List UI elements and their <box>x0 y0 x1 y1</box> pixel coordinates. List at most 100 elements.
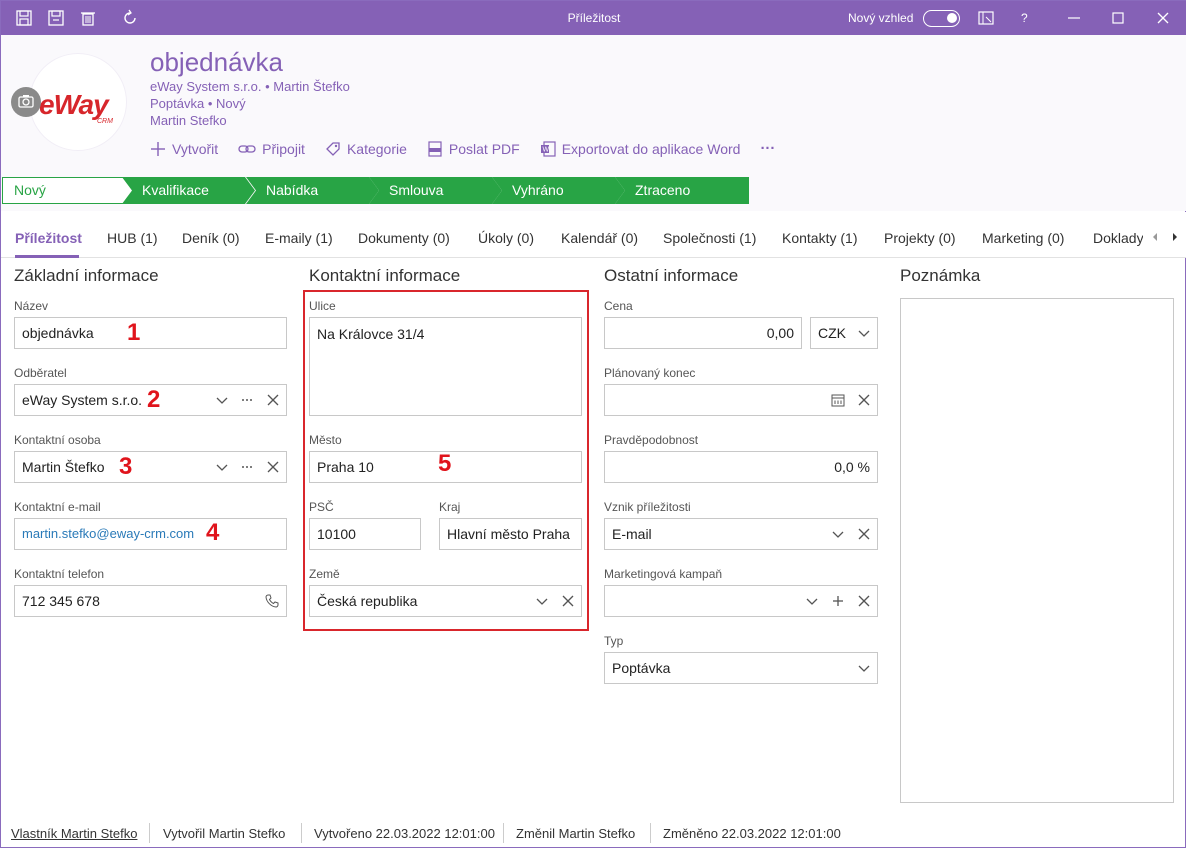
tab-kalendar[interactable]: Kalendář (0) <box>561 230 638 246</box>
camera-icon <box>18 95 34 108</box>
chevron-down-icon[interactable] <box>215 393 229 407</box>
tab-denik[interactable]: Deník (0) <box>182 230 240 246</box>
probability-label: Pravděpodobnost <box>604 433 699 447</box>
ellipsis-icon[interactable] <box>240 460 254 474</box>
name-input[interactable]: objednávka <box>14 317 287 349</box>
city-value: Praha 10 <box>317 459 374 475</box>
campaign-select[interactable] <box>604 585 878 617</box>
footer-owner[interactable]: Vlastník Martin Stefko <box>11 826 137 841</box>
type-select[interactable]: Poptávka <box>604 652 878 684</box>
email-value[interactable]: martin.stefko@eway-crm.com <box>22 519 194 549</box>
tab-scroll-right-icon[interactable] <box>1171 232 1179 242</box>
plus-icon[interactable] <box>831 594 845 608</box>
attach-label: Připojit <box>262 140 305 157</box>
tab-kontakty[interactable]: Kontakty (1) <box>782 230 857 246</box>
phone-icon[interactable] <box>265 594 279 608</box>
stage-ztraceno[interactable]: Ztraceno <box>615 177 749 204</box>
footer-created-by: Vytvořil Martin Stefko <box>163 826 286 841</box>
type-value: Poptávka <box>612 660 671 676</box>
stage-smlouva[interactable]: Smlouva <box>369 177 502 204</box>
layout-icon[interactable] <box>977 9 995 27</box>
phone-value: 712 345 678 <box>22 593 100 609</box>
end-date-input[interactable] <box>604 384 878 416</box>
chevron-down-icon <box>858 665 870 672</box>
clear-icon[interactable] <box>857 393 871 407</box>
contact-input[interactable]: Martin Štefko <box>14 451 287 483</box>
tab-prilezitost[interactable]: Příležitost <box>15 230 82 246</box>
email-input[interactable]: martin.stefko@eway-crm.com <box>14 518 287 550</box>
stage-kvalifikace[interactable]: Kvalifikace <box>122 177 255 204</box>
chevron-down-icon[interactable] <box>215 460 229 474</box>
stage-nabidka[interactable]: Nabídka <box>246 177 379 204</box>
create-button[interactable]: Vytvořit <box>150 140 218 157</box>
origin-value: E-mail <box>612 526 652 542</box>
currency-value: CZK <box>818 325 846 341</box>
stage-label: Nabídka <box>266 182 319 198</box>
ellipsis-icon[interactable] <box>240 393 254 407</box>
tab-marketing[interactable]: Marketing (0) <box>982 230 1064 246</box>
tab-bar: Příležitost HUB (1) Deník (0) E-maily (1… <box>1 212 1186 258</box>
minimize-icon[interactable] <box>1065 9 1083 27</box>
header-type: Poptávka <box>150 96 205 111</box>
city-label: Město <box>309 433 342 447</box>
footer-created-at: Vytvořeno 22.03.2022 12:01:00 <box>314 826 495 841</box>
street-value: Na Královce 31/4 <box>317 326 425 342</box>
category-button[interactable]: Kategorie <box>325 140 407 157</box>
stage-label: Kvalifikace <box>142 182 209 198</box>
street-input[interactable]: Na Královce 31/4 <box>309 317 582 416</box>
record-title: objednávka <box>150 47 283 77</box>
attach-button[interactable]: Připojit <box>238 140 305 157</box>
tab-projekty[interactable]: Projekty (0) <box>884 230 956 246</box>
new-look-toggle[interactable] <box>923 10 960 27</box>
clear-icon[interactable] <box>266 393 280 407</box>
origin-select[interactable]: E-mail <box>604 518 878 550</box>
clear-icon[interactable] <box>266 460 280 474</box>
chevron-down-icon[interactable] <box>535 594 549 608</box>
note-textarea[interactable] <box>900 298 1174 803</box>
clear-icon[interactable] <box>857 594 871 608</box>
country-label: Země <box>309 567 340 581</box>
send-pdf-button[interactable]: Poslat PDF <box>427 140 520 157</box>
phone-input[interactable]: 712 345 678 <box>14 585 287 617</box>
header-owner[interactable]: Martin Stefko <box>150 113 227 128</box>
new-look-label: Nový vzhled <box>848 11 914 25</box>
zip-input[interactable]: 10100 <box>309 518 421 550</box>
tab-doklady[interactable]: Doklady <box>1093 230 1143 246</box>
word-icon: W <box>540 140 556 157</box>
more-actions-button[interactable]: ··· <box>760 140 775 157</box>
tab-dokumenty[interactable]: Dokumenty (0) <box>358 230 450 246</box>
tab-emaily[interactable]: E-maily (1) <box>265 230 333 246</box>
clear-icon[interactable] <box>561 594 575 608</box>
section-note-title: Poznámka <box>900 266 981 285</box>
create-label: Vytvořit <box>172 140 219 157</box>
export-word-button[interactable]: W Exportovat do aplikace Word <box>540 140 740 157</box>
camera-button[interactable] <box>11 87 41 117</box>
phone-label: Kontaktní telefon <box>14 567 105 581</box>
currency-select[interactable]: CZK <box>810 317 878 349</box>
tab-hub[interactable]: HUB (1) <box>107 230 158 246</box>
region-input[interactable]: Hlavní město Praha <box>439 518 582 550</box>
clear-icon[interactable] <box>857 527 871 541</box>
action-toolbar: Vytvořit Připojit Kategorie Poslat PDF W… <box>150 140 795 157</box>
title-bar: Příležitost Nový vzhled ? <box>1 1 1186 35</box>
country-input[interactable]: Česká republika <box>309 585 582 617</box>
price-input[interactable]: 0,00 <box>604 317 802 349</box>
toggle-knob <box>947 13 957 23</box>
tab-ukoly[interactable]: Úkoly (0) <box>478 230 534 246</box>
probability-input[interactable]: 0,0 % <box>604 451 878 483</box>
help-button[interactable]: ? <box>1021 11 1028 25</box>
close-icon[interactable] <box>1154 9 1172 27</box>
tab-spolecnosti[interactable]: Společnosti (1) <box>663 230 756 246</box>
chevron-down-icon[interactable] <box>831 527 845 541</box>
footer-changed-at: Změněno 22.03.2022 12:01:00 <box>663 826 841 841</box>
header-contact[interactable]: Martin Štefko <box>273 79 350 94</box>
header-company[interactable]: eWay System s.r.o. <box>150 79 262 94</box>
more-label: ··· <box>760 140 776 157</box>
stage-label: Vyhráno <box>512 182 564 198</box>
stage-vyhrano[interactable]: Vyhráno <box>492 177 625 204</box>
chevron-down-icon[interactable] <box>805 594 819 608</box>
maximize-icon[interactable] <box>1109 9 1127 27</box>
tab-scroll-left-icon[interactable] <box>1151 232 1159 242</box>
stage-novy[interactable]: Nový <box>2 177 134 204</box>
calendar-icon[interactable] <box>831 393 845 407</box>
